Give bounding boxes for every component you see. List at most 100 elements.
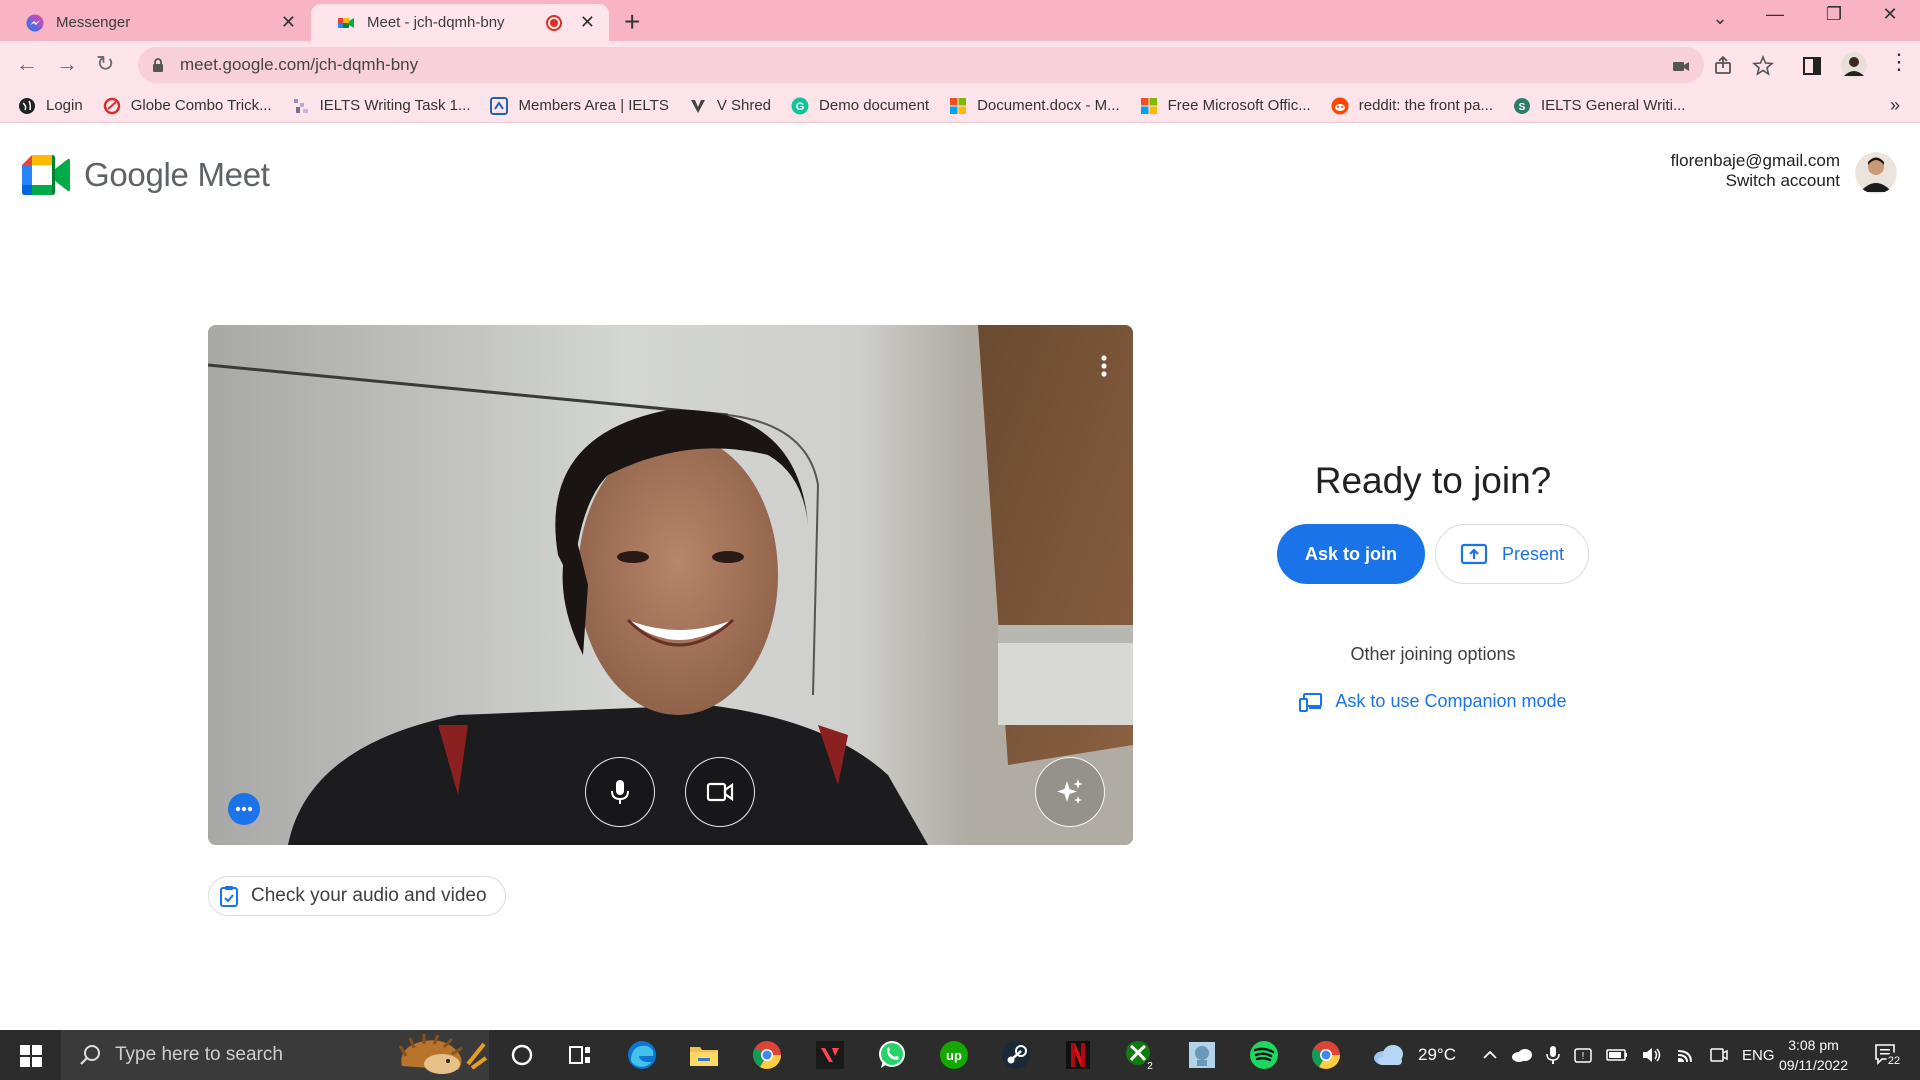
restore-button[interactable]: ❐ [1814,4,1854,25]
google-meet-icon [338,17,354,28]
cloudy-weather-icon [1374,1045,1403,1065]
more-bookmarks-icon[interactable]: » [1890,95,1900,116]
photos-app-icon[interactable] [1185,1038,1219,1072]
side-panel-icon[interactable] [1801,55,1823,77]
members-area-icon [490,96,509,115]
task-view-icon[interactable] [563,1038,597,1072]
xbox-icon[interactable]: 2 [1123,1038,1157,1072]
url-text: meet.google.com/jch-dqmh-bny [180,55,419,74]
check-audio-video-button[interactable]: Check your audio and video [208,876,506,916]
camera-toggle-button[interactable] [685,757,755,827]
bookmark-label: IELTS Writing Task 1... [319,97,471,114]
tab-meet[interactable]: Meet - jch-dqmh-bny ✕ [311,4,609,41]
close-tab-icon[interactable]: ✕ [281,12,296,33]
weather-widget[interactable]: 29°C [1372,1030,1456,1080]
reddit-icon [1331,97,1349,114]
switch-account-link[interactable]: Switch account [1671,171,1840,191]
tab-messenger[interactable]: Messenger ✕ [0,4,310,41]
account-info: florenbaje@gmail.com Switch account [1671,151,1840,191]
new-tab-button[interactable]: + [624,6,640,38]
ielts-icon [293,98,308,113]
spotify-icon[interactable] [1247,1038,1281,1072]
bookmark-item[interactable]: Members Area | IELTS [490,96,669,115]
system-tray: ! ENG [1482,1030,1775,1080]
more-actions-button[interactable] [228,793,260,825]
messenger-icon [26,14,44,31]
other-joining-options-heading: Other joining options [1350,644,1516,664]
windows-start-icon[interactable] [20,1045,42,1067]
close-tab-icon[interactable]: ✕ [580,12,595,33]
svg-text:!: ! [1582,1051,1585,1062]
ask-to-join-button[interactable]: Ask to join [1277,524,1425,584]
security-alert-icon[interactable]: ! [1573,1046,1593,1064]
microphone-tray-icon[interactable] [1546,1045,1560,1065]
bookmark-item[interactable]: G Demo document [791,97,929,115]
clock[interactable]: 3:08 pm 09/11/2022 [1779,1035,1848,1075]
ielts-general-icon: S [1513,97,1530,114]
input-language[interactable]: ENG [1742,1047,1775,1064]
chrome-active-icon[interactable] [1309,1038,1343,1072]
companion-devices-icon [1299,692,1323,712]
microphone-toggle-button[interactable] [585,757,655,827]
close-window-button[interactable]: ✕ [1870,4,1910,25]
whatsapp-icon[interactable] [875,1038,909,1072]
bookmark-item[interactable]: V Shred [689,97,771,115]
volume-icon[interactable] [1641,1046,1663,1064]
netflix-icon[interactable] [1061,1038,1095,1072]
bookmark-label: Document.docx - M... [977,97,1120,114]
google-meet-logo[interactable]: Google Meet [22,155,270,195]
bookmark-label: Members Area | IELTS [518,97,669,114]
show-hidden-icons-icon[interactable] [1482,1047,1498,1063]
product-name: Google Meet [84,156,270,193]
bookmark-item[interactable]: Free Microsoft Offic... [1140,97,1311,115]
profile-avatar[interactable] [1841,52,1867,78]
bookmark-item[interactable]: Document.docx - M... [949,97,1120,115]
bookmark-item[interactable]: Login [18,97,83,115]
join-buttons: Ask to join Present [1233,524,1633,584]
edge-icon[interactable] [625,1038,659,1072]
bookmark-item[interactable]: IELTS Writing Task 1... [292,97,471,115]
present-button[interactable]: Present [1435,524,1589,584]
globe-red-icon [103,97,120,114]
bookmark-star-icon[interactable] [1752,55,1774,77]
camera-in-use-icon[interactable] [1670,55,1692,77]
more-options-icon[interactable] [1101,355,1107,377]
address-bar[interactable]: meet.google.com/jch-dqmh-bny [138,47,1704,83]
windows-taskbar: Type here to search up 2 29°C ! ENG 3:08… [0,1030,1920,1080]
share-icon[interactable] [1712,55,1734,77]
forward-icon[interactable]: → [56,51,78,77]
check-audio-video-label: Check your audio and video [251,885,487,906]
svg-text:S: S [1519,102,1526,113]
present-label: Present [1501,543,1565,564]
google-meet-icon [22,155,70,195]
bookmark-item[interactable]: Globe Combo Trick... [103,97,272,115]
steam-icon[interactable] [999,1038,1033,1072]
display-project-icon[interactable] [1709,1046,1729,1064]
bookmark-item[interactable]: S IELTS General Writi... [1513,97,1685,115]
valorant-icon[interactable] [813,1038,847,1072]
file-explorer-icon[interactable] [687,1038,721,1072]
microsoft-icon [950,97,967,114]
chrome-icon[interactable] [750,1038,784,1072]
reload-icon[interactable]: ↻ [96,51,114,77]
bookmark-label: Globe Combo Trick... [130,97,272,114]
present-screen-icon [1460,543,1488,565]
onedrive-cloud-icon[interactable] [1511,1047,1533,1063]
tab-search-icon[interactable]: ⌄ [1700,8,1740,29]
browser-toolbar: ← → ↻ meet.google.com/jch-dqmh-bny ⋮ [0,41,1920,89]
svg-text:up: up [946,1048,962,1063]
account-avatar[interactable] [1855,152,1897,194]
browser-menu-icon[interactable]: ⋮ [1888,49,1910,75]
battery-icon[interactable] [1606,1048,1628,1062]
bookmark-label: V Shred [716,97,772,114]
wifi-icon[interactable] [1676,1046,1696,1064]
notifications-icon[interactable]: 22 [1874,1043,1902,1067]
bookmark-item[interactable]: reddit: the front pa... [1331,97,1493,115]
upwork-icon[interactable]: up [937,1038,971,1072]
video-camera-icon [706,782,734,802]
minimize-button[interactable]: — [1755,4,1795,25]
companion-mode-link[interactable]: Ask to use Companion mode [1233,691,1633,712]
back-icon[interactable]: ← [16,51,38,77]
cortana-icon[interactable] [505,1038,539,1072]
visual-effects-button[interactable] [1035,757,1105,827]
